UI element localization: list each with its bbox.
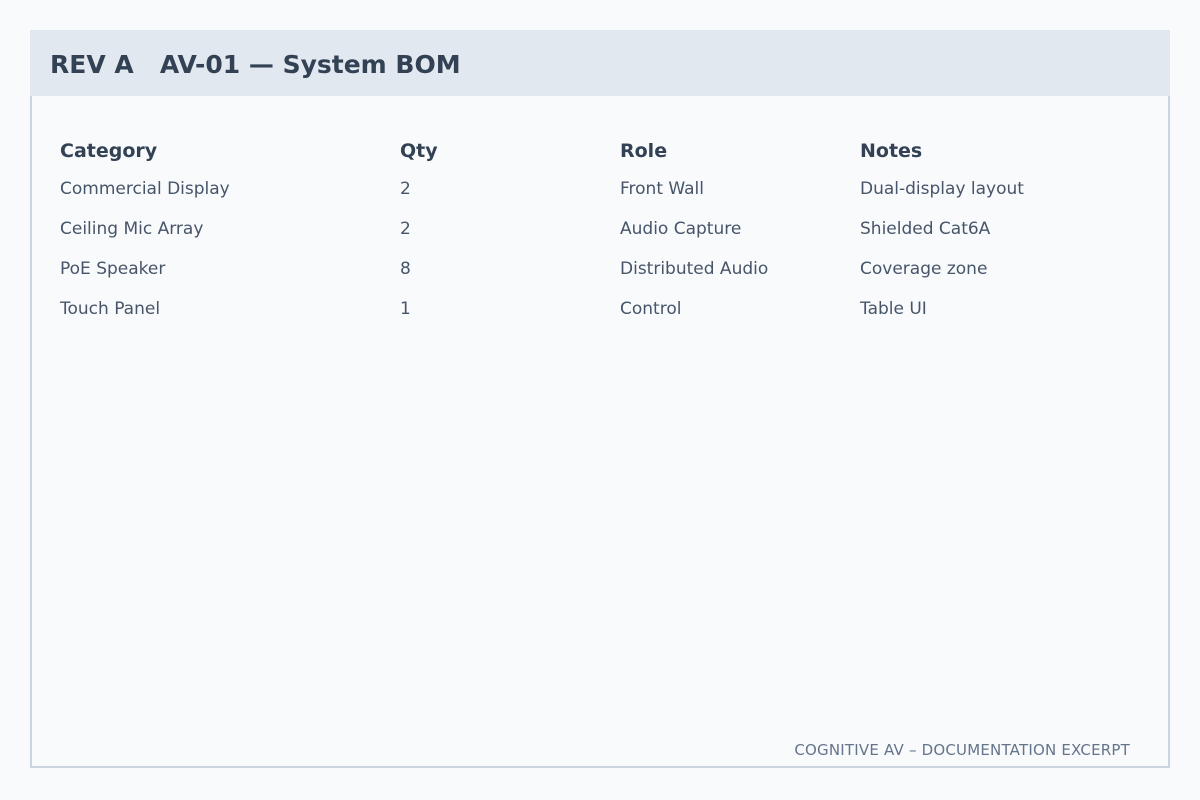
cell-role: Control (620, 299, 682, 319)
table-row: Commercial Display 2 Front Wall Dual-dis… (60, 176, 1140, 216)
table-row: Touch Panel 1 Control Table UI (60, 296, 1140, 336)
column-header-category: Category (60, 140, 158, 162)
footer-caption: COGNITIVE AV – DOCUMENTATION EXCERPT (794, 741, 1130, 759)
cell-category: Commercial Display (60, 179, 230, 199)
cell-qty: 8 (400, 259, 411, 279)
cell-category: Ceiling Mic Array (60, 219, 204, 239)
cell-category: Touch Panel (60, 299, 161, 319)
table-row: Ceiling Mic Array 2 Audio Capture Shield… (60, 216, 1140, 256)
document-header: REV A AV-01 — System BOM (30, 30, 1170, 96)
cell-role: Distributed Audio (620, 259, 769, 279)
column-header-qty: Qty (400, 140, 438, 162)
bom-table: Category Qty Role Notes Commercial Displ… (60, 138, 1140, 336)
table-header-row: Category Qty Role Notes (60, 138, 1140, 176)
document-page: REV A AV-01 — System BOM Category Qty Ro… (0, 0, 1200, 800)
page-title: REV A AV-01 — System BOM (50, 50, 461, 79)
cell-notes: Table UI (860, 299, 927, 319)
cell-notes: Shielded Cat6A (860, 219, 991, 239)
cell-qty: 1 (400, 299, 411, 319)
cell-role: Front Wall (620, 179, 704, 199)
cell-category: PoE Speaker (60, 259, 166, 279)
table-row: PoE Speaker 8 Distributed Audio Coverage… (60, 256, 1140, 296)
cell-role: Audio Capture (620, 219, 742, 239)
cell-qty: 2 (400, 219, 411, 239)
column-header-role: Role (620, 140, 668, 162)
cell-notes: Coverage zone (860, 259, 988, 279)
cell-qty: 2 (400, 179, 411, 199)
column-header-notes: Notes (860, 140, 923, 162)
cell-notes: Dual-display layout (860, 179, 1024, 199)
